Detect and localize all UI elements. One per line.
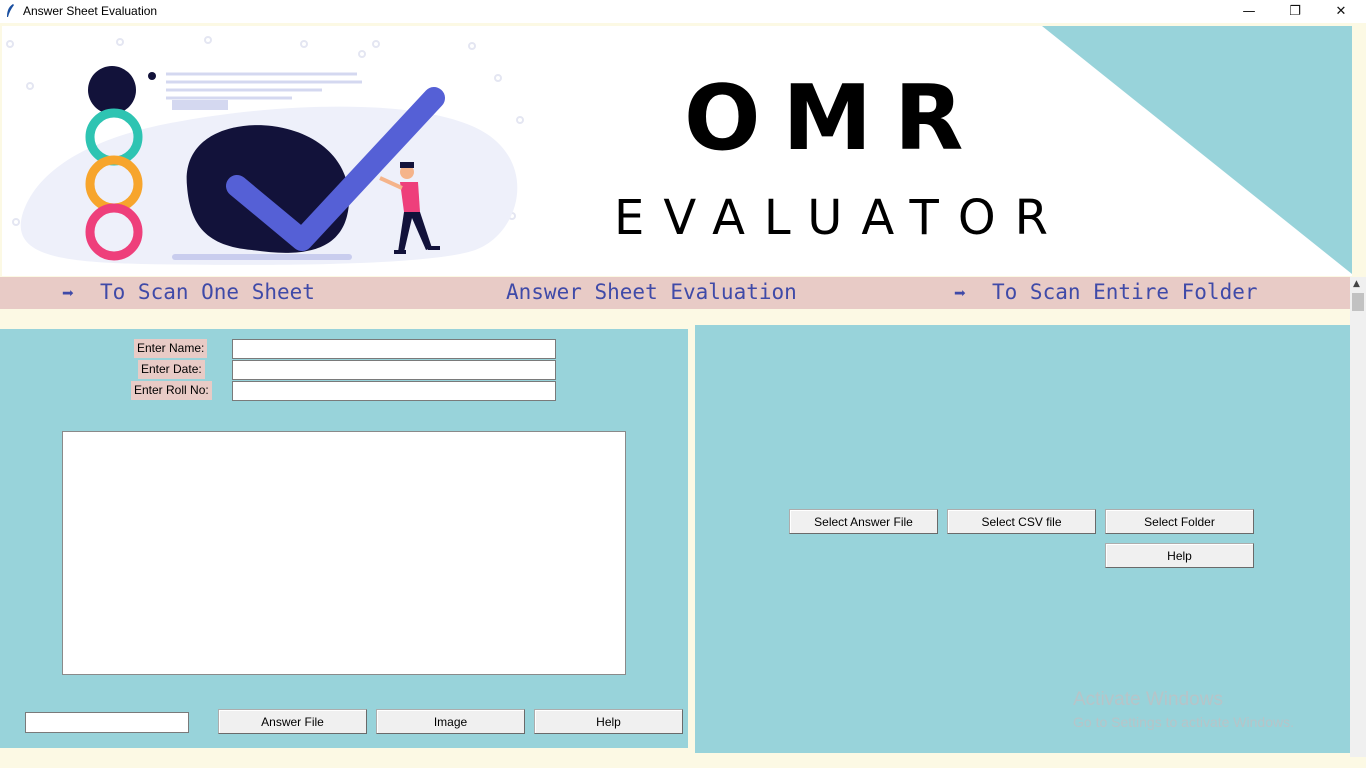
window-titlebar: Answer Sheet Evaluation — ❐ ✕ [0, 0, 1366, 23]
scan-one-sheet-heading: To Scan One Sheet [100, 280, 315, 304]
scan-folder-heading: To Scan Entire Folder [992, 280, 1258, 304]
arrow-right-icon: ➡ [954, 281, 967, 305]
omr-logo-text: OMR [684, 66, 986, 171]
select-folder-button[interactable]: Select Folder [1105, 509, 1254, 534]
name-input[interactable] [232, 339, 556, 359]
file-path-input[interactable] [25, 712, 189, 733]
app-section-title: Answer Sheet Evaluation [506, 280, 797, 304]
folder-scan-panel: Select Answer File Select CSV file Selec… [695, 325, 1350, 753]
date-label: Enter Date: [138, 360, 205, 379]
feather-icon [7, 4, 14, 17]
minimize-button[interactable]: — [1226, 0, 1272, 23]
single-sheet-panel: Enter Name: Enter Date: Enter Roll No: A… [0, 329, 688, 748]
decorative-lines [166, 72, 362, 100]
help-button[interactable]: Help [534, 709, 683, 734]
arrow-right-icon: ➡ [62, 281, 75, 305]
select-answer-file-button[interactable]: Select Answer File [789, 509, 938, 534]
close-button[interactable]: ✕ [1318, 0, 1364, 23]
folder-help-button[interactable]: Help [1105, 543, 1254, 568]
image-button[interactable]: Image [376, 709, 525, 734]
date-input[interactable] [232, 360, 556, 380]
scrollbar-thumb[interactable] [1352, 293, 1364, 311]
dark-ring-icon [88, 66, 136, 114]
evaluator-logo-text: EVALUATOR [614, 190, 1067, 246]
window-title: Answer Sheet Evaluation [23, 4, 158, 18]
vertical-scrollbar[interactable]: ▲ [1350, 277, 1366, 757]
scroll-up-arrow-icon[interactable]: ▲ [1353, 279, 1360, 289]
activate-windows-hint: Go to Settings to activate Windows. [1073, 714, 1294, 730]
roll-number-input[interactable] [232, 381, 556, 401]
section-header-strip: ➡ To Scan One Sheet Answer Sheet Evaluat… [0, 277, 1350, 309]
activate-windows-watermark: Activate Windows [1073, 689, 1223, 710]
answer-file-button[interactable]: Answer File [218, 709, 367, 734]
name-label: Enter Name: [134, 339, 208, 358]
select-csv-file-button[interactable]: Select CSV file [947, 509, 1096, 534]
banner: OMR EVALUATOR [2, 26, 1352, 276]
roll-number-label: Enter Roll No: [131, 381, 212, 400]
banner-corner-shape [1042, 26, 1352, 274]
maximize-button[interactable]: ❐ [1272, 0, 1318, 23]
result-output-area[interactable] [62, 431, 626, 675]
